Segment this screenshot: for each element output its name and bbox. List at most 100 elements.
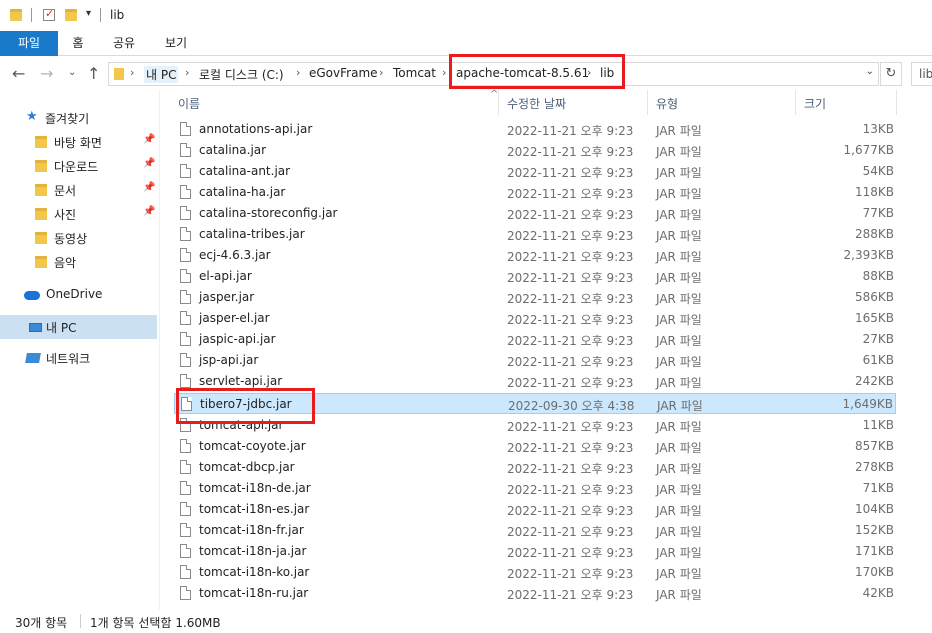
- file-row[interactable]: catalina-ha.jar 2022-11-21 오후 9:23 JAR 파일 1…: [174, 182, 896, 203]
- up-arrow-icon[interactable]: ↑: [87, 64, 100, 83]
- sidebar-item-videos[interactable]: 동영상: [0, 226, 157, 250]
- file-row[interactable]: catalina-tribes.jar 2022-11-21 오후 9:23 JAR…: [174, 224, 896, 245]
- column-divider[interactable]: [498, 90, 499, 115]
- chevron-right-icon[interactable]: ›: [296, 66, 300, 79]
- back-arrow-icon[interactable]: ←: [12, 64, 25, 83]
- computer-icon: [29, 323, 42, 332]
- jar-file-icon: [180, 460, 191, 474]
- jar-file-icon: [180, 332, 191, 346]
- file-size: 170KB: [854, 565, 894, 579]
- sidebar-item-label: 바탕 화면: [54, 136, 102, 150]
- chevron-right-icon[interactable]: ›: [130, 66, 134, 79]
- search-input[interactable]: lib: [911, 62, 932, 86]
- sidebar-item-onedrive[interactable]: OneDrive: [0, 283, 157, 307]
- file-row[interactable]: tomcat-i18n-es.jar 2022-11-21 오후 9:23 JAR …: [174, 499, 896, 520]
- file-row[interactable]: catalina-storeconfig.jar 2022-11-21 오후 9:…: [174, 203, 896, 224]
- column-header-size[interactable]: 크기: [804, 95, 826, 112]
- pin-icon[interactable]: 📌: [143, 158, 155, 169]
- file-row[interactable]: el-api.jar 2022-11-21 오후 9:23 JAR 파일 88KB: [174, 266, 896, 287]
- sidebar-item-quick-access[interactable]: ★ 즐겨찾기: [0, 106, 157, 130]
- file-date: 2022-11-21 오후 9:23: [507, 229, 634, 243]
- sidebar-item-documents[interactable]: 문서 📌: [0, 178, 157, 202]
- star-icon: ★: [26, 109, 38, 124]
- breadcrumb-this-pc[interactable]: 내 PC: [144, 66, 179, 83]
- file-row-selected[interactable]: tibero7-jdbc.jar 2022-09-30 오후 4:38 JAR 파일…: [174, 393, 896, 414]
- tab-home[interactable]: 홈: [66, 31, 90, 56]
- sidebar-item-network[interactable]: 네트워크: [0, 346, 157, 370]
- address-history-dropdown-icon[interactable]: ⌄: [866, 66, 874, 77]
- column-divider[interactable]: [647, 90, 648, 115]
- file-row[interactable]: catalina.jar 2022-11-21 오후 9:23 JAR 파일 1,67…: [174, 140, 896, 161]
- file-row[interactable]: ecj-4.6.3.jar 2022-11-21 오후 9:23 JAR 파일 2,3…: [174, 245, 896, 266]
- jar-file-icon: [180, 269, 191, 283]
- new-folder-icon[interactable]: [65, 9, 77, 21]
- column-header-date[interactable]: 수정한 날짜: [507, 95, 566, 112]
- breadcrumb-local-disk[interactable]: 로컬 디스크 (C:): [199, 66, 284, 83]
- ribbon-tabs: 파일 홈 공유 보기: [0, 31, 932, 56]
- cloud-icon: [24, 291, 40, 300]
- file-row[interactable]: tomcat-dbcp.jar 2022-11-21 오후 9:23 JAR 파일 2…: [174, 457, 896, 478]
- column-header-name[interactable]: 이름: [178, 95, 200, 112]
- column-header-type[interactable]: 유형: [656, 95, 678, 112]
- file-size: 77KB: [862, 206, 894, 220]
- column-divider[interactable]: [795, 90, 796, 115]
- file-type: JAR 파일: [656, 187, 702, 201]
- pin-icon[interactable]: 📌: [143, 134, 155, 145]
- sidebar-item-this-pc[interactable]: 내 PC: [0, 315, 157, 339]
- chevron-right-icon[interactable]: ›: [185, 66, 189, 79]
- file-date: 2022-11-21 오후 9:23: [507, 441, 634, 455]
- recent-locations-chevron-icon[interactable]: ⌄: [68, 67, 76, 78]
- file-row[interactable]: jsp-api.jar 2022-11-21 오후 9:23 JAR 파일 61KB: [174, 350, 896, 371]
- chevron-right-icon[interactable]: ›: [379, 66, 383, 79]
- pin-icon[interactable]: 📌: [143, 206, 155, 217]
- sidebar-item-label: OneDrive: [46, 287, 103, 301]
- sidebar-item-label: 즐겨찾기: [45, 112, 90, 126]
- tab-share[interactable]: 공유: [107, 31, 141, 56]
- pictures-folder-icon: [35, 208, 47, 220]
- divider: [80, 614, 81, 628]
- file-name: annotations-api.jar: [199, 122, 313, 136]
- sidebar-item-pictures[interactable]: 사진 📌: [0, 202, 157, 226]
- properties-icon[interactable]: [43, 7, 55, 21]
- file-date: 2022-11-21 오후 9:23: [507, 250, 634, 264]
- breadcrumb-lib[interactable]: lib: [600, 66, 614, 80]
- file-name: tomcat-i18n-ru.jar: [199, 586, 309, 600]
- file-row[interactable]: jaspic-api.jar 2022-11-21 오후 9:23 JAR 파일 27…: [174, 329, 896, 350]
- file-date: 2022-11-21 오후 9:23: [507, 525, 634, 539]
- quick-access-dropdown-icon[interactable]: ▾: [86, 8, 91, 19]
- file-row[interactable]: catalina-ant.jar 2022-11-21 오후 9:23 JAR 파일…: [174, 161, 896, 182]
- file-row[interactable]: annotations-api.jar 2022-11-21 오후 9:23 JAR…: [174, 119, 896, 140]
- file-row[interactable]: tomcat-i18n-fr.jar 2022-11-21 오후 9:23 JAR …: [174, 520, 896, 541]
- column-divider[interactable]: [896, 90, 897, 115]
- breadcrumb-apache-tomcat[interactable]: apache-tomcat-8.5.61: [456, 66, 589, 80]
- tab-file[interactable]: 파일: [0, 31, 58, 56]
- pin-icon[interactable]: 📌: [143, 182, 155, 193]
- file-type: JAR 파일: [656, 525, 702, 539]
- breadcrumb-egovframe[interactable]: eGovFrame: [309, 66, 378, 80]
- sidebar-item-desktop[interactable]: 바탕 화면 📌: [0, 130, 157, 154]
- file-row[interactable]: jasper-el.jar 2022-11-21 오후 9:23 JAR 파일 165…: [174, 308, 896, 329]
- sidebar-item-downloads[interactable]: 다운로드 📌: [0, 154, 157, 178]
- forward-arrow-icon[interactable]: →: [40, 64, 53, 83]
- file-row[interactable]: tomcat-i18n-ru.jar 2022-11-21 오후 9:23 JAR …: [174, 583, 896, 604]
- file-row[interactable]: tomcat-i18n-ja.jar 2022-11-21 오후 9:23 JAR …: [174, 541, 896, 562]
- address-bar[interactable]: › 내 PC › 로컬 디스크 (C:) › eGovFrame › Tomca…: [108, 62, 879, 86]
- file-row[interactable]: tomcat-i18n-ko.jar 2022-11-21 오후 9:23 JAR …: [174, 562, 896, 583]
- file-row[interactable]: jasper.jar 2022-11-21 오후 9:23 JAR 파일 586KB: [174, 287, 896, 308]
- file-row[interactable]: servlet-api.jar 2022-11-21 오후 9:23 JAR 파일 2…: [174, 371, 896, 392]
- file-row[interactable]: tomcat-coyote.jar 2022-11-21 오후 9:23 JAR 파…: [174, 436, 896, 457]
- breadcrumb-tomcat[interactable]: Tomcat: [393, 66, 436, 80]
- jar-file-icon: [180, 311, 191, 325]
- refresh-icon[interactable]: ↻: [880, 62, 902, 86]
- sidebar-item-music[interactable]: 음악: [0, 250, 157, 274]
- file-row[interactable]: tomcat-api.jar 2022-11-21 오후 9:23 JAR 파일 11…: [174, 415, 896, 436]
- tab-view[interactable]: 보기: [159, 31, 193, 56]
- file-row[interactable]: tomcat-i18n-de.jar 2022-11-21 오후 9:23 JAR …: [174, 478, 896, 499]
- jar-file-icon: [180, 565, 191, 579]
- music-folder-icon: [35, 256, 47, 268]
- file-date: 2022-11-21 오후 9:23: [507, 187, 634, 201]
- chevron-right-icon[interactable]: ›: [587, 66, 591, 79]
- chevron-right-icon[interactable]: ›: [442, 66, 446, 79]
- file-date: 2022-11-21 오후 9:23: [507, 271, 634, 285]
- documents-folder-icon: [35, 184, 47, 196]
